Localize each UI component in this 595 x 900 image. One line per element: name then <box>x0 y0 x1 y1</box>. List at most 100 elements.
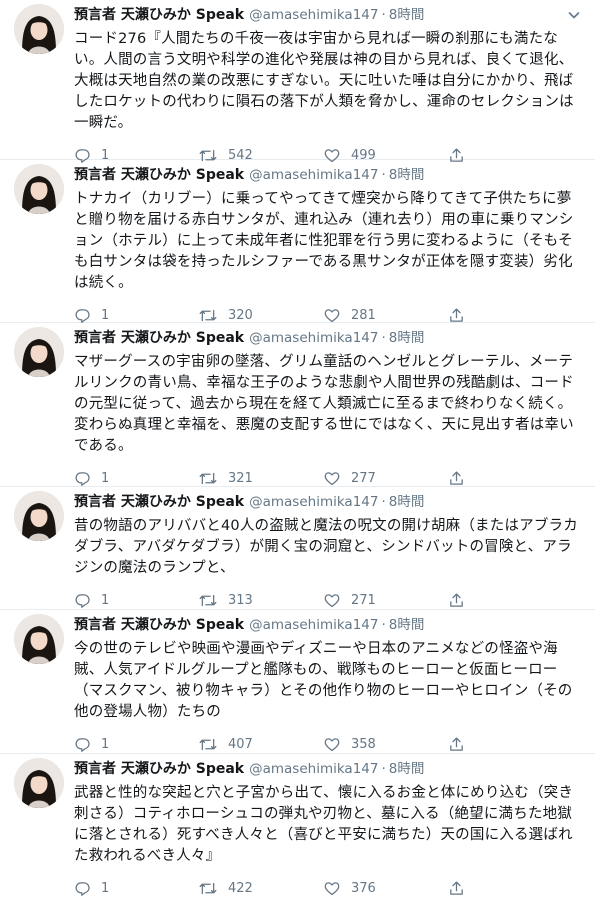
tweet-actions: 1 422 376 <box>74 870 583 900</box>
like-count: 271 <box>351 592 376 608</box>
author-name[interactable]: 預言者 天瀬ひみか Speak <box>74 164 244 187</box>
like-count: 358 <box>351 736 376 752</box>
reply-button[interactable]: 1 <box>74 307 198 324</box>
like-button[interactable]: 281 <box>323 307 448 324</box>
avatar-image <box>14 491 64 541</box>
retweet-button[interactable]: 321 <box>198 470 323 487</box>
tweet-text: トナカイ（カリブー）に乗ってやってきて煙突から降りてきて子供たちに夢と贈り物を届… <box>74 191 574 291</box>
author-handle[interactable]: @amasehimika147 <box>249 164 378 187</box>
chevron-down-icon[interactable] <box>567 8 581 22</box>
reply-icon <box>75 593 90 608</box>
author-name[interactable]: 預言者 天瀬ひみか Speak <box>74 4 244 27</box>
like-button[interactable]: 358 <box>323 736 448 753</box>
reply-count: 1 <box>101 307 110 323</box>
reply-count: 1 <box>101 592 110 608</box>
timestamp[interactable]: 8時間 <box>389 758 425 781</box>
author-handle[interactable]: @amasehimika147 <box>249 4 378 27</box>
author-handle[interactable]: @amasehimika147 <box>249 491 378 514</box>
reply-icon <box>75 308 90 323</box>
tweet[interactable]: 預言者 天瀬ひみか Speak @amasehimika147 · 8時間 武器… <box>0 754 595 900</box>
author-handle[interactable]: @amasehimika147 <box>249 758 378 781</box>
tweet[interactable]: 預言者 天瀬ひみか Speak @amasehimika147 · 8時間 昔の… <box>0 487 595 610</box>
retweet-button[interactable]: 320 <box>198 307 323 324</box>
timestamp[interactable]: 8時間 <box>389 164 425 187</box>
like-button[interactable]: 376 <box>323 880 448 897</box>
avatar[interactable] <box>14 614 64 664</box>
reply-button[interactable]: 1 <box>74 880 198 897</box>
like-count: 277 <box>351 470 376 486</box>
timestamp[interactable]: 8時間 <box>389 4 425 27</box>
author-name[interactable]: 預言者 天瀬ひみか Speak <box>74 614 244 637</box>
retweet-button[interactable]: 422 <box>198 880 323 897</box>
timestamp[interactable]: 8時間 <box>389 327 425 350</box>
retweet-button[interactable]: 407 <box>198 736 323 753</box>
retweet-count: 320 <box>228 307 253 323</box>
retweet-count: 407 <box>228 736 253 752</box>
share-icon <box>450 470 463 485</box>
reply-button[interactable]: 1 <box>74 592 198 609</box>
reply-icon <box>75 737 90 752</box>
tweet[interactable]: 預言者 天瀬ひみか Speak @amasehimika147 · 8時間 マザ… <box>0 323 595 487</box>
retweet-button[interactable]: 313 <box>198 592 323 609</box>
retweet-icon <box>199 472 217 484</box>
share-button[interactable] <box>448 307 488 324</box>
share-button[interactable] <box>448 592 488 609</box>
share-button[interactable] <box>448 880 488 897</box>
avatar[interactable] <box>14 327 64 377</box>
tweet-header: 預言者 天瀬ひみか Speak @amasehimika147 · 8時間 <box>74 4 583 27</box>
heart-icon <box>324 881 340 895</box>
reply-icon <box>75 471 90 486</box>
tweet-text: 今の世のテレビや映画や漫画やディズニーや日本のアニメなどの怪盗や海賊、人気アイド… <box>74 641 573 720</box>
avatar-image <box>14 4 64 54</box>
avatar-image <box>14 614 64 664</box>
tweet-header: 預言者 天瀬ひみか Speak @amasehimika147 · 8時間 <box>74 327 583 350</box>
author-name[interactable]: 預言者 天瀬ひみか Speak <box>74 758 244 781</box>
tweet-header: 預言者 天瀬ひみか Speak @amasehimika147 · 8時間 <box>74 758 583 781</box>
author-handle[interactable]: @amasehimika147 <box>249 327 378 350</box>
retweet-count: 321 <box>228 470 253 486</box>
like-button[interactable]: 277 <box>323 470 448 487</box>
reply-button[interactable]: 1 <box>74 736 198 753</box>
like-button[interactable]: 271 <box>323 592 448 609</box>
share-button[interactable] <box>448 470 488 487</box>
avatar[interactable] <box>14 4 64 54</box>
separator-dot: · <box>381 761 386 777</box>
timeline: 預言者 天瀬ひみか Speak @amasehimika147 · 8時間 コー… <box>0 0 595 900</box>
avatar[interactable] <box>14 491 64 541</box>
tweet[interactable]: 預言者 天瀬ひみか Speak @amasehimika147 · 8時間 トナ… <box>0 160 595 323</box>
avatar[interactable] <box>14 164 64 214</box>
like-count: 281 <box>351 307 376 323</box>
avatar-image <box>14 164 64 214</box>
separator-dot: · <box>381 7 386 23</box>
heart-icon <box>324 471 340 485</box>
tweet[interactable]: 預言者 天瀬ひみか Speak @amasehimika147 · 8時間 コー… <box>0 0 595 163</box>
share-icon <box>450 592 463 607</box>
share-icon <box>450 736 463 751</box>
reply-count: 1 <box>101 470 110 486</box>
reply-button[interactable]: 1 <box>74 470 198 487</box>
like-count: 376 <box>351 880 376 896</box>
tweet-text: 昔の物語のアリババと40人の盗賊と魔法の呪文の開け胡麻（またはアブラカダブラ、ア… <box>74 518 578 576</box>
reply-count: 1 <box>101 880 110 896</box>
tweet[interactable]: 預言者 天瀬ひみか Speak @amasehimika147 · 8時間 今の… <box>0 610 595 754</box>
author-name[interactable]: 預言者 天瀬ひみか Speak <box>74 327 244 350</box>
separator-dot: · <box>381 167 386 183</box>
tweet-text: コード276『人間たちの千夜一夜は宇宙から見れば一瞬の刹那にも満たない。人間の言… <box>74 31 574 131</box>
avatar[interactable] <box>14 758 64 808</box>
retweet-count: 313 <box>228 592 253 608</box>
tweet-header: 預言者 天瀬ひみか Speak @amasehimika147 · 8時間 <box>74 614 583 637</box>
timestamp[interactable]: 8時間 <box>389 614 425 637</box>
share-icon <box>450 307 463 322</box>
author-handle[interactable]: @amasehimika147 <box>249 614 378 637</box>
heart-icon <box>324 593 340 607</box>
heart-icon <box>324 308 340 322</box>
separator-dot: · <box>381 617 386 633</box>
retweet-icon <box>199 882 217 894</box>
share-button[interactable] <box>448 736 488 753</box>
reply-icon <box>75 881 90 896</box>
retweet-icon <box>199 309 217 321</box>
retweet-icon <box>199 594 217 606</box>
author-name[interactable]: 預言者 天瀬ひみか Speak <box>74 491 244 514</box>
reply-count: 1 <box>101 736 110 752</box>
timestamp[interactable]: 8時間 <box>389 491 425 514</box>
